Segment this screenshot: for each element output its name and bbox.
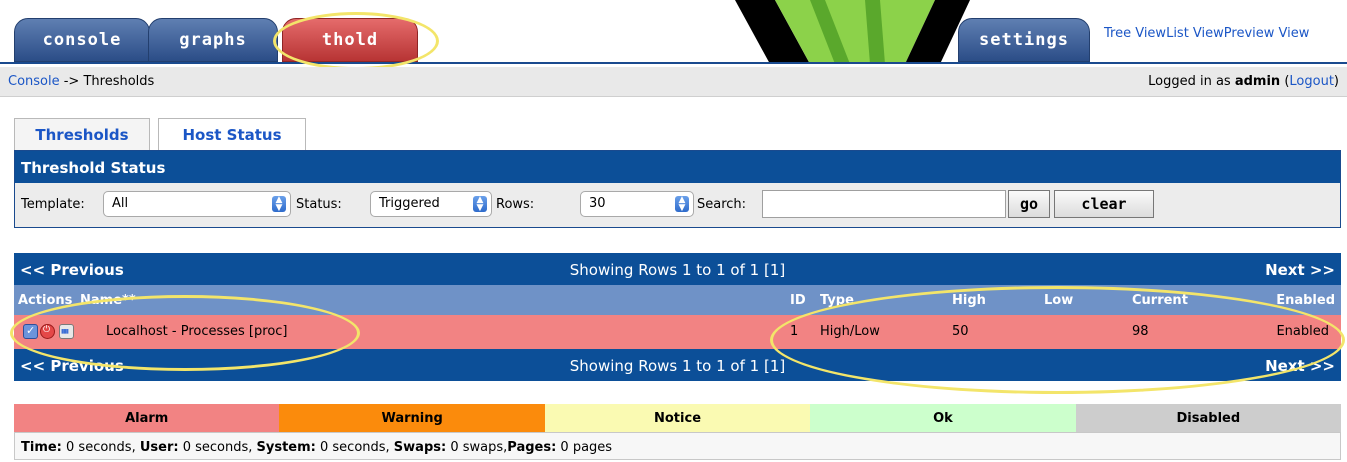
search-input[interactable]	[762, 190, 1006, 218]
logout-link[interactable]: Logout	[1289, 74, 1334, 89]
stat-swaps-value: 0 swaps,	[446, 440, 508, 455]
legend-disabled: Disabled	[1075, 404, 1342, 432]
login-status: Logged in as admin (Logout)	[1148, 74, 1339, 89]
filter-row: Template: All ▲ ▼ Status: Triggered ▲ ▼ Ro…	[15, 183, 1340, 227]
highlight-oval	[770, 286, 1345, 394]
stat-system-label: System:	[256, 440, 316, 455]
stat-time-label: Time:	[21, 440, 62, 455]
legend-ok: Ok	[810, 404, 1076, 432]
header-id[interactable]: ID	[790, 293, 806, 308]
filter-panel-title: Threshold Status	[15, 151, 1340, 183]
top-nav-divider	[0, 62, 1347, 64]
breadcrumb: Console -> Thresholds	[8, 74, 154, 89]
template-label: Template:	[21, 197, 85, 212]
rows-label: Rows:	[496, 197, 535, 212]
rows-select-value: 30	[589, 196, 606, 211]
stat-pages-label: Pages:	[507, 440, 557, 455]
tab-settings[interactable]: settings	[958, 18, 1090, 62]
rows-select[interactable]: 30 ▲ ▼	[580, 191, 694, 217]
pagination-top: Showing Rows 1 to 1 of 1 [1] << Previous…	[14, 253, 1341, 285]
subtab-thresholds[interactable]: Thresholds	[14, 118, 150, 150]
preview-view-link[interactable]: Preview View	[1224, 26, 1310, 41]
subtab-host-status[interactable]: Host Status	[158, 118, 306, 150]
view-links: Tree ViewList ViewPreview View	[1104, 26, 1309, 41]
previous-link[interactable]: << Previous	[20, 261, 124, 279]
header-decoration	[735, 0, 970, 64]
rows-summary: Showing Rows 1 to 1 of 1 [1]	[569, 261, 786, 279]
select-arrows-icon: ▲ ▼	[272, 196, 286, 213]
tab-graphs[interactable]: graphs	[148, 18, 278, 62]
status-label: Status:	[296, 197, 342, 212]
search-label: Search:	[697, 197, 747, 212]
status-select-value: Triggered	[379, 196, 440, 211]
stat-time-value: 0 seconds,	[61, 440, 140, 455]
breadcrumb-bar: Console -> Thresholds Logged in as admin…	[0, 67, 1347, 97]
list-view-link[interactable]: List View	[1166, 26, 1224, 41]
select-arrows-icon: ▲ ▼	[675, 196, 689, 213]
go-button[interactable]: go	[1008, 190, 1050, 218]
select-arrows-icon: ▲ ▼	[473, 196, 487, 213]
legend-notice: Notice	[544, 404, 811, 432]
top-nav-bar: console graphs thold settings Tree ViewL…	[0, 0, 1347, 64]
execution-stats: Time: 0 seconds, User: 0 seconds, System…	[14, 432, 1341, 460]
tab-console[interactable]: console	[14, 18, 150, 62]
template-select[interactable]: All ▲ ▼	[103, 191, 291, 217]
filter-panel: Threshold Status Template: All ▲ ▼ Status…	[14, 150, 1341, 228]
tree-view-link[interactable]: Tree View	[1104, 26, 1166, 41]
clear-button[interactable]: clear	[1054, 190, 1154, 218]
status-select[interactable]: Triggered ▲ ▼	[370, 191, 492, 217]
header-enabled[interactable]: Enabled	[1276, 293, 1335, 308]
stat-system-value: 0 seconds,	[315, 440, 394, 455]
breadcrumb-separator: ->	[59, 74, 84, 89]
legend-alarm: Alarm	[14, 404, 280, 432]
next-link[interactable]: Next >>	[1265, 261, 1335, 279]
legend-warning: Warning	[279, 404, 545, 432]
highlight-oval	[273, 12, 439, 70]
status-legend: Alarm Warning Notice Ok Disabled	[14, 404, 1342, 432]
breadcrumb-console-link[interactable]: Console	[8, 74, 60, 89]
breadcrumb-current: Thresholds	[83, 74, 155, 89]
highlight-oval	[10, 295, 360, 371]
stat-pages-value: 0 pages	[556, 440, 613, 455]
stat-swaps-label: Swaps:	[393, 440, 447, 455]
login-user: admin	[1234, 74, 1281, 89]
stat-user-label: User:	[139, 440, 179, 455]
stat-user-value: 0 seconds,	[178, 440, 257, 455]
login-prefix: Logged in as	[1148, 74, 1235, 89]
template-select-value: All	[112, 196, 129, 211]
